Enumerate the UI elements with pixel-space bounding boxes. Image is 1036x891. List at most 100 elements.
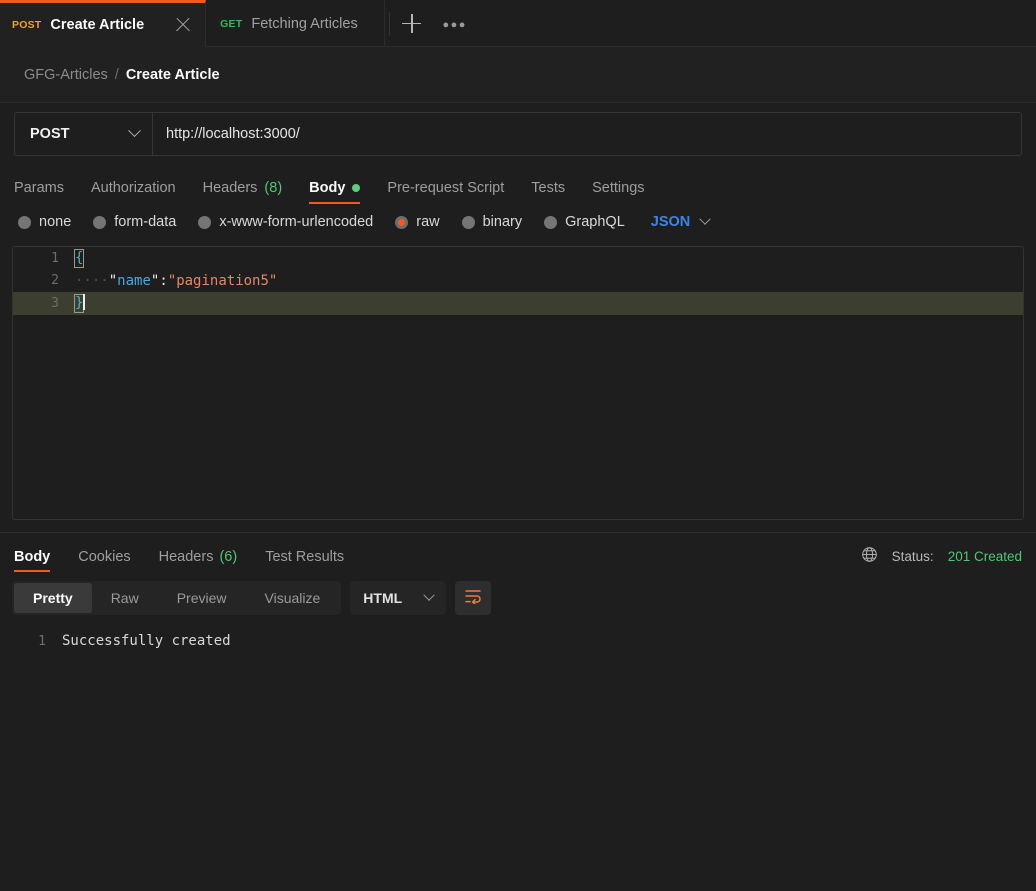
close-brace-token: }: [73, 294, 85, 314]
tab-label: Pre-request Script: [387, 179, 505, 196]
response-status: Status: 201 Created: [861, 546, 1022, 572]
tab-label: Headers: [202, 179, 258, 196]
chevron-down-icon: [128, 124, 141, 138]
body-present-dot-icon: [352, 183, 361, 192]
body-type-graphql[interactable]: GraphQL: [544, 214, 625, 230]
tab-title: Create Article: [50, 17, 145, 33]
tab-tests[interactable]: Tests: [531, 164, 565, 204]
tab-strip-filler: [475, 0, 1036, 46]
response-body-text: Successfully created: [62, 633, 231, 649]
view-mode-pretty[interactable]: Pretty: [14, 583, 92, 613]
body-type-form-data[interactable]: form-data: [93, 214, 176, 230]
tab-create-article[interactable]: POST Create Article: [0, 0, 207, 47]
line-number: 2: [51, 273, 59, 289]
line-number: 1: [38, 633, 46, 649]
http-method-value: POST: [30, 125, 70, 142]
body-format-value: JSON: [650, 214, 691, 230]
body-format-select[interactable]: JSON: [650, 213, 711, 230]
wrap-text-icon: [464, 588, 482, 609]
breadcrumb: GFG-Articles / Create Article: [0, 47, 1036, 102]
response-body: 1 Successfully created: [0, 624, 1036, 652]
response-tab-body[interactable]: Body: [14, 533, 51, 572]
response-tab-test-results[interactable]: Test Results: [265, 533, 344, 572]
response-content-type-value: HTML: [363, 590, 403, 606]
tab-label: Tests: [531, 179, 566, 196]
response-toolbar: Pretty Raw Preview Visualize HTML: [0, 572, 1036, 624]
status-label: Status:: [891, 548, 934, 564]
http-method-select[interactable]: POST: [15, 112, 153, 155]
body-type-label: binary: [482, 214, 523, 230]
tab-label: Body: [309, 179, 346, 196]
tab-label: Params: [14, 179, 64, 196]
radio-icon: [18, 215, 31, 229]
breadcrumb-separator: /: [114, 66, 119, 83]
response-tabs: Body Cookies Headers (6) Test Results: [14, 533, 344, 572]
page-title: Create Article: [125, 66, 220, 83]
response-tab-cookies[interactable]: Cookies: [78, 533, 130, 572]
request-body-editor[interactable]: 1 { 2 ····"name":"pagination5" 3 }: [12, 246, 1024, 520]
radio-icon: [93, 215, 107, 229]
body-type-options: none form-data x-www-form-urlencoded raw…: [0, 204, 1036, 240]
url-input[interactable]: http://localhost:3000/: [153, 113, 1021, 155]
tab-body[interactable]: Body: [309, 164, 361, 204]
json-value-text: pagination5: [176, 272, 269, 289]
response-view-mode-group: Pretty Raw Preview Visualize: [12, 581, 342, 615]
text-cursor: [83, 294, 85, 311]
plus-icon: [402, 13, 422, 33]
body-type-binary[interactable]: binary: [461, 214, 523, 230]
view-mode-raw[interactable]: Raw: [92, 583, 158, 613]
tab-fetching-articles[interactable]: GET Fetching Articles: [206, 0, 385, 47]
status-badge: 201 Created: [947, 548, 1022, 564]
tab-label: Headers: [158, 549, 214, 565]
body-type-raw[interactable]: raw: [395, 214, 440, 230]
radio-icon: [198, 215, 212, 229]
colon-token: :: [159, 272, 168, 289]
tab-label: Authorization: [90, 179, 176, 196]
request-tab-strip: POST Create Article GET Fetching Article…: [0, 0, 1036, 47]
tab-headers[interactable]: Headers (8): [203, 164, 283, 204]
wrap-text-button[interactable]: [455, 581, 492, 615]
response-tab-headers[interactable]: Headers (6): [159, 533, 238, 572]
code-line: 2 ····"name":"pagination5": [13, 270, 1023, 293]
body-type-label: form-data: [114, 214, 177, 230]
radio-icon: [461, 215, 475, 229]
response-headers-count-badge: (6): [219, 549, 238, 565]
globe-icon: [861, 546, 878, 566]
tab-params[interactable]: Params: [14, 164, 64, 204]
line-number: 1: [51, 250, 59, 266]
chevron-down-icon: [423, 589, 435, 601]
tab-title: Fetching Articles: [251, 15, 358, 32]
line-number: 3: [51, 295, 59, 311]
code-content: ····"name":"pagination5": [75, 273, 1023, 289]
open-brace-token: {: [73, 248, 85, 268]
code-content: }: [73, 294, 1023, 314]
tab-settings[interactable]: Settings: [592, 164, 644, 204]
quote-token: ": [108, 272, 118, 289]
chevron-down-icon: [699, 213, 711, 225]
tab-label: Settings: [592, 179, 645, 196]
tab-label: Test Results: [265, 549, 345, 565]
view-mode-preview[interactable]: Preview: [158, 583, 246, 613]
tab-authorization[interactable]: Authorization: [91, 164, 176, 204]
indent-guide: ····: [75, 272, 109, 289]
body-type-label: x-www-form-urlencoded: [219, 214, 374, 230]
response-header: Body Cookies Headers (6) Test Results St…: [0, 533, 1036, 572]
headers-count-badge: (8): [264, 179, 283, 196]
url-group: POST http://localhost:3000/: [14, 111, 1022, 156]
close-icon[interactable]: [175, 17, 191, 33]
body-type-x-www-form-urlencoded[interactable]: x-www-form-urlencoded: [198, 214, 373, 230]
body-type-none[interactable]: none: [18, 214, 71, 230]
radio-icon: [544, 215, 558, 229]
ellipsis-icon[interactable]: ●●●: [435, 0, 475, 47]
new-tab-button[interactable]: [388, 0, 435, 47]
tab-pre-request-script[interactable]: Pre-request Script: [387, 164, 504, 204]
breadcrumb-collection[interactable]: GFG-Articles: [24, 67, 108, 83]
body-type-label: GraphQL: [565, 214, 625, 230]
body-type-label: raw: [416, 214, 440, 230]
response-content-type-select[interactable]: HTML: [350, 581, 447, 615]
tab-label: Cookies: [78, 549, 131, 565]
tab-label: Body: [14, 549, 51, 565]
request-section-tabs: Params Authorization Headers (8) Body Pr…: [0, 164, 1036, 204]
code-content: {: [73, 248, 1023, 268]
view-mode-visualize[interactable]: Visualize: [246, 583, 340, 613]
